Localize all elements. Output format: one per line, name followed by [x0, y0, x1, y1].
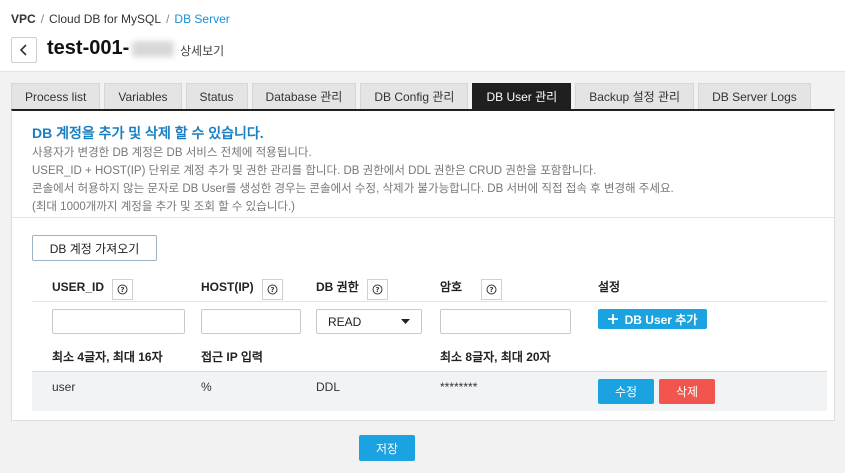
column-label: 암호: [440, 280, 463, 294]
edit-button[interactable]: 수정: [598, 379, 654, 404]
user-id-hint: 최소 4글자, 최대 16자: [52, 350, 163, 364]
info-line: 사용자가 변경한 DB 계정은 DB 서비스 전체에 적용됩니다.: [32, 147, 312, 159]
page-title: test-001-: [47, 37, 175, 60]
db-user-panel: DB 계정을 추가 및 삭제 할 수 있습니다. 사용자가 변경한 DB 계정은…: [11, 109, 835, 421]
caret-down-icon: [401, 318, 410, 324]
save-button[interactable]: 저장: [359, 435, 415, 461]
chevron-left-icon: [19, 44, 27, 56]
add-db-user-button[interactable]: DB User 추가: [598, 309, 707, 329]
breadcrumb-vpc[interactable]: VPC: [11, 12, 36, 26]
privilege-select[interactable]: READ: [316, 309, 422, 334]
breadcrumb-separator: /: [40, 12, 45, 26]
column-label: DB 권한: [316, 280, 359, 294]
add-db-user-label: DB User 추가: [624, 312, 698, 327]
tab-server-logs[interactable]: DB Server Logs: [698, 83, 811, 109]
row-password: ********: [440, 380, 478, 394]
breadcrumb-db-server[interactable]: DB Server: [174, 12, 229, 26]
tab-db-user[interactable]: DB User 관리: [472, 83, 572, 109]
column-header-privilege: DB 권한 ?: [316, 276, 388, 300]
tab-status[interactable]: Status: [185, 83, 248, 109]
host-hint: 접근 IP 입력: [201, 350, 263, 364]
breadcrumb-cloud-db[interactable]: Cloud DB for MySQL: [49, 12, 161, 26]
tab-variables[interactable]: Variables: [104, 83, 182, 109]
info-line: (최대 1000개까지 계정을 추가 및 조회 할 수 있습니다.): [32, 201, 296, 213]
svg-text:?: ?: [490, 286, 494, 294]
info-title: DB 계정을 추가 및 삭제 할 수 있습니다.: [32, 125, 264, 141]
tab-bar: Process list Variables Status Database 관…: [11, 83, 811, 109]
column-label: USER_ID: [52, 279, 105, 294]
info-line: USER_ID + HOST(IP) 단위로 계정 추가 및 권한 관리를 합니…: [32, 165, 597, 177]
column-label: 설정: [598, 280, 621, 294]
info-description: 사용자가 변경한 DB 계정은 DB 서비스 전체에 적용됩니다. USER_I…: [32, 144, 674, 216]
page-title-text: test-001-: [47, 37, 130, 59]
column-header-host: HOST(IP) ?: [201, 276, 283, 300]
plus-icon: [607, 314, 618, 324]
password-input[interactable]: [440, 309, 571, 334]
tab-backup[interactable]: Backup 설정 관리: [575, 83, 695, 109]
user-id-input[interactable]: [52, 309, 185, 334]
column-header-password: 암호 ?: [440, 276, 503, 300]
privilege-selected-value: READ: [328, 314, 362, 329]
column-header-settings: 설정: [598, 278, 620, 295]
host-input[interactable]: [201, 309, 301, 334]
back-button[interactable]: [11, 37, 37, 63]
tab-process-list[interactable]: Process list: [11, 83, 101, 109]
divider: [12, 217, 834, 218]
password-hint: 최소 8글자, 최대 20자: [440, 350, 551, 364]
breadcrumb-separator: /: [166, 12, 170, 26]
row-privilege: DDL: [316, 380, 341, 394]
help-icon[interactable]: ?: [261, 279, 283, 300]
svg-text:?: ?: [375, 286, 379, 294]
top-header: VPC / Cloud DB for MySQL / DB Server tes…: [0, 0, 845, 72]
help-icon[interactable]: ?: [366, 279, 388, 300]
import-db-account-button[interactable]: DB 계정 가져오기: [32, 235, 157, 261]
redacted-name: [132, 40, 175, 57]
tab-db-config[interactable]: DB Config 관리: [360, 83, 469, 109]
header-divider: [32, 301, 827, 302]
svg-text:?: ?: [120, 286, 124, 294]
tab-database[interactable]: Database 관리: [251, 83, 357, 109]
breadcrumb: VPC / Cloud DB for MySQL / DB Server: [11, 12, 230, 26]
page-subtitle: 상세보기: [180, 44, 225, 58]
info-line: 콘솔에서 허용하지 않는 문자로 DB User를 생성한 경우는 콘솔에서 수…: [32, 183, 674, 195]
help-icon[interactable]: ?: [481, 279, 503, 300]
row-user-id: user: [52, 380, 76, 394]
row-host: %: [201, 380, 212, 394]
delete-button[interactable]: 삭제: [659, 379, 715, 404]
svg-text:?: ?: [270, 286, 274, 294]
column-header-user-id: USER_ID ?: [52, 276, 134, 300]
column-label: HOST(IP): [201, 279, 254, 294]
help-icon[interactable]: ?: [112, 279, 134, 300]
